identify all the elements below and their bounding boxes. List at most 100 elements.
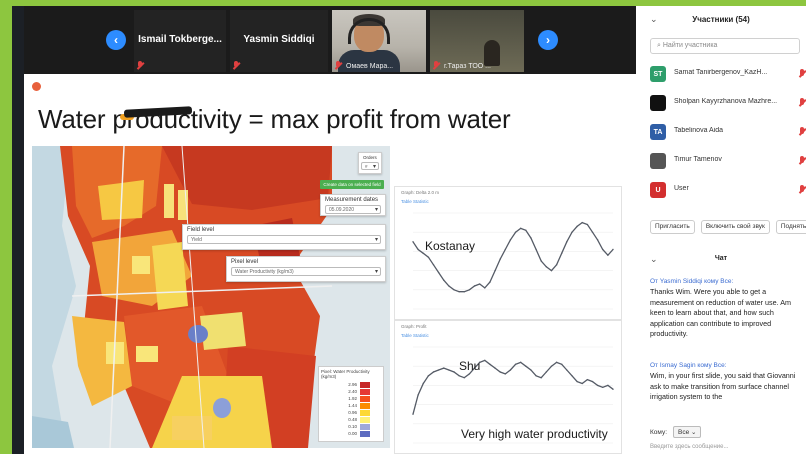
slide-title: Water productivity = max profit from wat… bbox=[38, 104, 511, 134]
search-placeholder: Найти участника bbox=[662, 42, 718, 49]
data-point bbox=[463, 291, 465, 293]
participant-video-tile[interactable]: г.Тараз ТОО ... bbox=[430, 10, 524, 72]
screen: ‹ Ismail Tokberge... Yasmin Siddiqi Омае… bbox=[0, 0, 806, 454]
data-point bbox=[417, 394, 419, 396]
previous-participants-button[interactable]: ‹ bbox=[106, 30, 126, 50]
participant-item[interactable]: Sholpan Kayyrzhanova Mazhre... bbox=[650, 93, 806, 113]
legend-swatch bbox=[360, 381, 370, 388]
legend-item: 0.96 bbox=[319, 409, 383, 416]
avatar: U bbox=[650, 182, 666, 198]
chart-tabs[interactable]: Table Statistic bbox=[401, 199, 429, 204]
next-participants-button[interactable]: › bbox=[538, 30, 558, 50]
data-point bbox=[453, 289, 455, 291]
data-point bbox=[571, 375, 573, 377]
chart-tabs[interactable]: Table Statistic bbox=[401, 333, 429, 338]
video-strip: ‹ Ismail Tokberge... Yasmin Siddiqi Омае… bbox=[24, 6, 636, 74]
legend-value: 2.40 bbox=[348, 389, 357, 394]
data-point bbox=[561, 363, 563, 365]
data-point bbox=[484, 359, 486, 362]
field-level-panel: Field level Yield bbox=[182, 224, 386, 250]
data-point bbox=[530, 237, 532, 239]
participant-item[interactable]: Timur Tamenov bbox=[650, 151, 806, 171]
legend-title: Pixel: Water Productivity (kg/m3) bbox=[321, 369, 370, 379]
invite-button[interactable]: Пригласить bbox=[650, 220, 695, 234]
data-point bbox=[514, 363, 517, 365]
unmute-self-button[interactable]: Включить свой звук bbox=[700, 220, 770, 234]
chart-annotation: Shu bbox=[459, 359, 481, 373]
legend-value: 0.10 bbox=[348, 424, 357, 429]
legend-value: 0.00 bbox=[348, 431, 357, 436]
data-point bbox=[525, 365, 527, 367]
measurement-date-select[interactable]: 05.09.2020 bbox=[325, 205, 381, 214]
chat-title: Чат bbox=[714, 255, 728, 262]
data-point bbox=[489, 281, 491, 283]
legend-item: 0.00 bbox=[319, 430, 383, 437]
data-point bbox=[422, 382, 424, 385]
series-line bbox=[412, 221, 614, 293]
message-text: Thanks Wim. Were you able to get a measu… bbox=[650, 287, 792, 339]
orders-label: Orders bbox=[363, 155, 377, 160]
chat-message-input[interactable]: Введите здесь сообщение... bbox=[650, 444, 729, 450]
legend-item: 0.10 bbox=[319, 423, 383, 430]
data-point bbox=[468, 373, 471, 375]
data-point bbox=[489, 363, 491, 365]
pixel-level-panel: Pixel level Water Productivity (kg/m3) bbox=[226, 256, 386, 282]
data-point bbox=[586, 223, 589, 226]
legend-value: 0.48 bbox=[348, 417, 357, 422]
mic-off-icon bbox=[136, 61, 144, 70]
data-point bbox=[412, 241, 414, 243]
participant-tile[interactable]: Yasmin Siddiqi bbox=[230, 10, 328, 72]
mic-off-icon bbox=[798, 127, 806, 137]
recipient-select[interactable]: Все ⌄ bbox=[673, 426, 702, 438]
legend-swatch bbox=[360, 402, 370, 409]
chat-recipient: Кому: Все ⌄ bbox=[650, 426, 702, 438]
data-point bbox=[504, 373, 507, 375]
participant-item[interactable]: TA Tabelinova Aida bbox=[650, 122, 806, 142]
participant-search-input[interactable]: ⌕ Найти участника bbox=[650, 38, 800, 54]
data-point bbox=[514, 231, 517, 233]
share-indicator-icon bbox=[32, 82, 41, 91]
legend-value: 1.92 bbox=[348, 396, 357, 401]
data-point bbox=[530, 369, 532, 371]
pixel-level-select[interactable]: Water Productivity (kg/m3) bbox=[231, 267, 381, 276]
window-border-left bbox=[0, 0, 12, 454]
data-point bbox=[499, 371, 501, 373]
chart-annotation: Kostanay bbox=[425, 239, 476, 253]
data-point bbox=[509, 369, 512, 371]
mic-off-icon bbox=[432, 61, 440, 70]
data-point bbox=[535, 375, 537, 377]
participants-header: ⌄ Участники (54) bbox=[636, 6, 806, 34]
data-point bbox=[519, 227, 522, 230]
legend-item: 2.40 bbox=[319, 388, 383, 395]
data-point bbox=[566, 241, 568, 243]
participant-video-tile[interactable]: Омаев Мара... bbox=[332, 10, 426, 72]
data-point bbox=[504, 248, 507, 251]
message-text: Wim, in your first slide, you said that … bbox=[650, 371, 796, 402]
data-point bbox=[545, 371, 548, 373]
legend-swatch bbox=[360, 430, 370, 437]
chat-header: ⌄ Чат bbox=[636, 252, 806, 270]
participant-item[interactable]: U User bbox=[650, 180, 806, 200]
data-point bbox=[427, 256, 430, 258]
participant-name: Sholpan Kayyrzhanova Mazhre... bbox=[674, 98, 778, 105]
participant-tile[interactable]: Ismail Tokberge... bbox=[134, 10, 226, 72]
data-point bbox=[519, 361, 522, 364]
legend-value: 0.96 bbox=[348, 410, 357, 415]
field-level-label: Field level bbox=[187, 227, 215, 233]
data-point bbox=[432, 371, 435, 373]
orders-select[interactable]: # bbox=[361, 162, 379, 170]
series-line bbox=[412, 359, 614, 415]
participant-name: Timur Tamenov bbox=[674, 156, 722, 163]
left-toolbar-strip bbox=[12, 6, 24, 454]
legend-swatch bbox=[360, 416, 370, 423]
data-point bbox=[596, 384, 599, 387]
create-data-button[interactable]: Create data on selected field bbox=[320, 180, 384, 189]
raise-hand-button[interactable]: Подняться bbox=[775, 220, 806, 234]
legend-item: 2.96 bbox=[319, 381, 383, 388]
data-point bbox=[566, 369, 568, 371]
message-sender: От Ismay Sagin кому Все: bbox=[650, 362, 727, 369]
participant-item[interactable]: ST Samat Tanirbergenov_KazH... bbox=[650, 64, 806, 84]
avatar bbox=[650, 153, 666, 169]
field-level-select[interactable]: Yield bbox=[187, 235, 381, 244]
participant-name: Samat Tanirbergenov_KazH... bbox=[674, 69, 768, 76]
